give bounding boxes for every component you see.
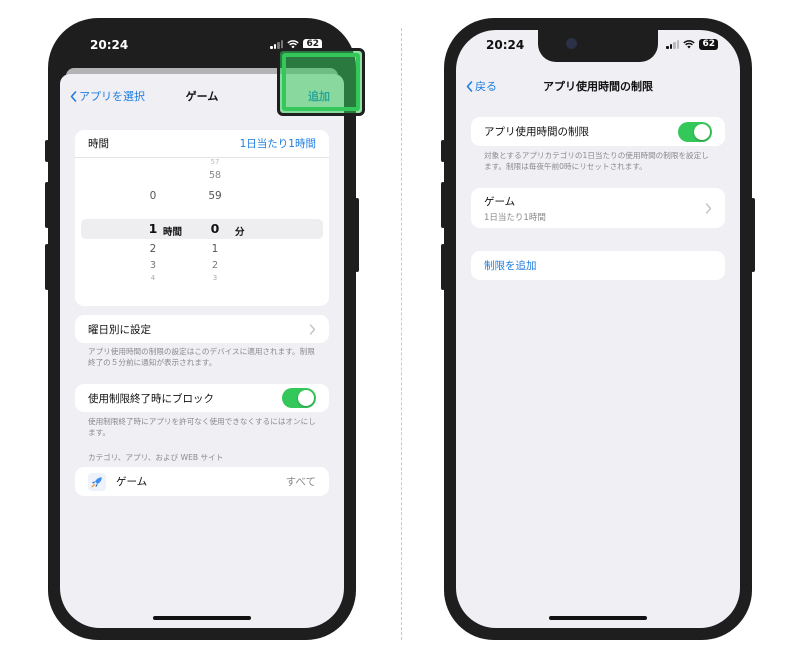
minute-option: 58 — [208, 170, 222, 181]
weekday-card: 曜日別に設定 — [75, 315, 329, 343]
weekday-row[interactable]: 曜日別に設定 — [75, 315, 329, 343]
game-limit-row[interactable]: ゲーム 1日当たり1時間 — [471, 188, 725, 228]
power-button — [355, 198, 359, 272]
category-label: ゲーム — [116, 476, 148, 488]
chevron-right-icon — [309, 323, 316, 335]
time-picker[interactable]: 0 1 2 3 4 時間 57 58 59 0 1 2 3 分 — [75, 158, 329, 298]
game-limit-card: ゲーム 1日当たり1時間 — [471, 188, 725, 228]
hour-unit: 時間 — [163, 227, 183, 238]
block-card: 使用制限終了時にブロック — [75, 384, 329, 412]
block-row: 使用制限終了時にブロック — [75, 384, 329, 412]
add-button-highlight — [277, 48, 365, 116]
add-limit-card: 制限を追加 — [471, 251, 725, 280]
block-note: 使用制限終了時にアプリを許可なく使用できなくするにはオンにします。 — [88, 417, 316, 437]
weekday-label: 曜日別に設定 — [88, 323, 151, 336]
wifi-icon — [683, 40, 696, 49]
limit-card: アプリ使用時間の制限 — [471, 117, 725, 146]
limit-toggle[interactable] — [678, 121, 712, 142]
volume-down-button — [45, 244, 49, 290]
block-toggle[interactable] — [282, 388, 316, 408]
time-card: 時間 1日当たり1時間 0 1 2 3 4 時間 57 58 59 0 1 2 … — [75, 130, 329, 306]
minute-option: 1 — [211, 243, 219, 255]
category-row: ゲーム すべて — [75, 467, 329, 496]
add-limit-button[interactable]: 制限を追加 — [471, 251, 725, 280]
section-header: カテゴリ、アプリ、および WEB サイト — [88, 453, 224, 462]
power-button — [751, 198, 755, 272]
minute-option: 59 — [208, 190, 222, 202]
hour-option: 2 — [149, 243, 157, 255]
minute-selected: 0 — [210, 221, 220, 236]
device-note: アプリ使用時間の制限の設定はこのデバイスに適用されます。制限終了の５分前に通知が… — [88, 347, 315, 367]
game-limit-subtitle: 1日当たり1時間 — [484, 212, 546, 223]
block-label: 使用制限終了時にブロック — [88, 392, 214, 405]
volume-down-button — [441, 244, 445, 290]
minute-option: 57 — [210, 158, 220, 166]
chevron-right-icon — [705, 202, 712, 214]
time-value: 1日当たり1時間 — [239, 138, 316, 150]
panel-divider — [401, 28, 402, 640]
status-time: 20:24 — [486, 38, 525, 52]
game-limit-title: ゲーム — [484, 195, 516, 208]
limit-row: アプリ使用時間の制限 — [471, 117, 725, 146]
status-bar: 20:24 62 — [456, 30, 740, 62]
volume-up-button — [441, 182, 445, 228]
hour-option: 4 — [150, 274, 156, 282]
time-label: 時間 — [88, 138, 109, 150]
minute-option: 2 — [211, 260, 219, 271]
hour-option: 0 — [149, 190, 157, 202]
hour-option: 3 — [149, 260, 157, 271]
minute-option: 3 — [212, 274, 218, 282]
home-indicator — [549, 616, 647, 620]
battery-icon: 62 — [699, 39, 718, 50]
game-limit-sheet: アプリを選択 ゲーム 追加 時間 1日当たり1時間 0 1 2 3 — [60, 74, 344, 628]
mute-switch — [441, 140, 445, 162]
home-indicator — [153, 616, 251, 620]
rocket-icon — [88, 472, 106, 491]
limit-note: 対象とするアプリカテゴリの1日当たりの使用時間の制限を設定します。制限は毎夜午前… — [484, 151, 709, 171]
nav-bar: 戻る アプリ使用時間の制限 — [456, 62, 740, 102]
time-row[interactable]: 時間 1日当たり1時間 — [75, 130, 329, 158]
limit-label: アプリ使用時間の制限 — [484, 126, 589, 138]
left-screen: 20:24 62 アプリを選択 ゲーム 追加 時間 1日当たり1時間 — [60, 30, 344, 628]
right-screen: 20:24 62 戻る アプリ使用時間の制限 アプリ使用時間の制限 対象とするア… — [456, 30, 740, 628]
page-title: アプリ使用時間の制限 — [543, 80, 653, 93]
status-time: 20:24 — [90, 38, 129, 52]
category-value: すべて — [285, 476, 316, 488]
mute-switch — [45, 140, 49, 162]
right-phone: 20:24 62 戻る アプリ使用時間の制限 アプリ使用時間の制限 対象とするア… — [441, 18, 755, 640]
volume-up-button — [45, 182, 49, 228]
minute-unit: 分 — [235, 227, 245, 238]
cellular-signal-icon — [666, 40, 680, 49]
category-card: ゲーム すべて — [75, 467, 329, 496]
